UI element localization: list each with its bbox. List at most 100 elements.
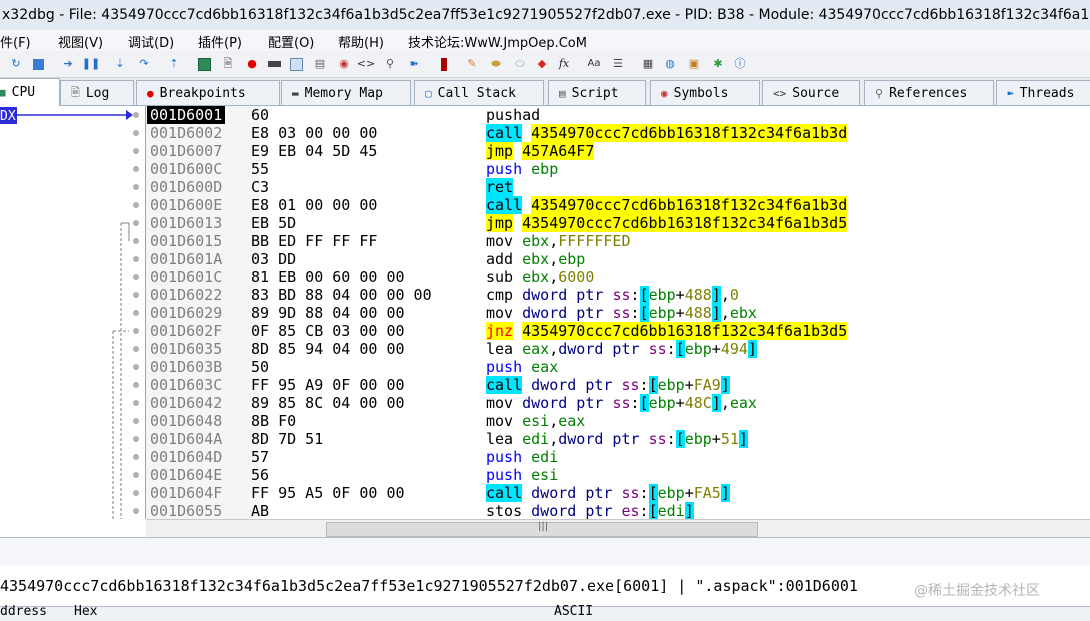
menu-forum-link[interactable]: 技术论坛:WwW.JmpOep.CoM <box>408 32 587 51</box>
disasm-row[interactable]: 001D6048 8B F0 mov esi,eax <box>0 412 1090 430</box>
web-icon[interactable]: ◍ <box>662 56 678 72</box>
source-icon[interactable]: <> <box>357 56 375 72</box>
breakpoint-gutter-dot[interactable] <box>133 292 139 298</box>
tab-cpu[interactable]: ■ CPU <box>0 78 60 106</box>
disasm-row[interactable]: 001D603C FF 95 A9 0F 00 00 call dword ptr … <box>0 376 1090 394</box>
tab-call-stack[interactable]: ▢ Call Stack <box>414 80 544 105</box>
tab-log[interactable]: 🗎 Log <box>60 80 134 105</box>
disassembly-view[interactable]: DX 001D6001 60 pushad 001D6002 E8 03 00 00 0… <box>0 106 1090 519</box>
stop-icon[interactable] <box>30 56 46 72</box>
disasm-row[interactable]: 001D6022 83 BD 88 04 00 00 00 cmp dword pt… <box>0 286 1090 304</box>
breakpoint-gutter-dot[interactable] <box>133 202 139 208</box>
notes-icon[interactable]: ▣ <box>686 56 702 72</box>
step-into-icon[interactable]: ⇣ <box>112 56 128 72</box>
disasm-row[interactable]: 001D604A 8D 7D 51 lea edi,dword ptr ss:[eb… <box>0 430 1090 448</box>
disasm-row[interactable]: 001D604D 57 push edi <box>0 448 1090 466</box>
threads-icon[interactable]: ➽ <box>406 56 422 72</box>
dump-header-ascii[interactable]: ASCII <box>554 604 593 619</box>
breakpoint-icon[interactable]: ● <box>244 56 260 72</box>
restart-icon[interactable]: ↻ <box>8 56 24 72</box>
about-icon[interactable]: ⓘ <box>732 56 748 72</box>
disasm-row[interactable]: 001D6029 89 9D 88 04 00 00 mov dword ptr s… <box>0 304 1090 322</box>
disasm-row[interactable]: 001D604F FF 95 A5 0F 00 00 call dword ptr … <box>0 484 1090 502</box>
disasm-row[interactable]: 001D603B 50 push eax <box>0 358 1090 376</box>
tab-source[interactable]: <> Source <box>762 80 860 105</box>
plugin-icon[interactable]: ✱ <box>710 56 726 72</box>
disasm-row[interactable]: 001D6042 89 85 8C 04 00 00 mov dword ptr s… <box>0 394 1090 412</box>
tab-threads[interactable]: ➽ Threads <box>996 80 1090 105</box>
fx-icon[interactable]: fx <box>556 56 572 72</box>
patches-icon[interactable] <box>436 56 452 72</box>
dump-header-address[interactable]: ddress <box>0 604 47 619</box>
breakpoint-gutter-dot[interactable] <box>133 382 139 388</box>
font-icon[interactable]: Aa <box>586 56 602 72</box>
disasm-row[interactable]: 001D6013 EB 5D jmp 4354970ccc7cd6bb16318f1… <box>0 214 1090 232</box>
disasm-row[interactable]: 001D604E 56 push esi <box>0 466 1090 484</box>
horizontal-scrollbar[interactable]: ||| <box>146 519 1090 538</box>
breakpoint-gutter-dot[interactable] <box>133 328 139 334</box>
log-icon[interactable]: 🗎 <box>220 56 236 72</box>
breakpoint-gutter-dot[interactable] <box>133 346 139 352</box>
tab-script[interactable]: ▤ Script <box>548 80 646 105</box>
disasm-row[interactable]: 001D6055 AB stos dword ptr es:[edi] <box>0 502 1090 519</box>
execute-till-return-icon[interactable]: ⇡ <box>166 56 182 72</box>
breakpoint-gutter-dot[interactable] <box>133 130 139 136</box>
functions-icon[interactable]: ◆ <box>534 56 550 72</box>
breakpoint-gutter-dot[interactable] <box>133 418 139 424</box>
breakpoint-gutter-dot[interactable] <box>133 274 139 280</box>
memory-icon[interactable] <box>266 56 282 72</box>
breakpoint-gutter-dot[interactable] <box>133 436 139 442</box>
run-icon[interactable]: ➔ <box>60 56 76 72</box>
comments-icon[interactable]: ✎ <box>464 56 480 72</box>
disasm-row[interactable]: 001D601C 81 EB 00 60 00 00 sub ebx,6000 <box>0 268 1090 286</box>
disasm-row[interactable]: 001D6007 E9 EB 04 5D 45 jmp 457A64F7 <box>0 142 1090 160</box>
disasm-row[interactable]: 001D600C 55 push ebp <box>0 160 1090 178</box>
breakpoint-gutter-dot[interactable] <box>133 310 139 316</box>
disasm-row[interactable]: 001D602F 0F 85 CB 03 00 00 jnz 4354970ccc7… <box>0 322 1090 340</box>
symbols-icon[interactable]: ◉ <box>336 56 352 72</box>
breakpoint-gutter-dot[interactable] <box>133 184 139 190</box>
breakpoint-gutter-dot[interactable] <box>133 220 139 226</box>
dump-header-hex[interactable]: Hex <box>74 604 97 619</box>
breakpoint-gutter-dot[interactable] <box>133 490 139 496</box>
script-icon[interactable]: ▤ <box>312 56 328 72</box>
labels-icon[interactable]: ⬬ <box>488 56 504 72</box>
title-bar: x32dbg - File: 4354970ccc7cd6bb16318f132… <box>0 0 1090 31</box>
breakpoint-gutter-dot[interactable] <box>133 508 139 514</box>
disasm-row[interactable]: 001D600D C3 ret <box>0 178 1090 196</box>
breakpoint-gutter-dot[interactable] <box>133 166 139 172</box>
breakpoint-gutter-dot[interactable] <box>133 238 139 244</box>
breakpoint-gutter-dot[interactable] <box>133 112 139 118</box>
breakpoint-gutter-dot[interactable] <box>133 256 139 262</box>
breakpoint-gutter-dot[interactable] <box>133 472 139 478</box>
calculator-icon[interactable]: ▦ <box>640 56 656 72</box>
breakpoint-gutter-dot[interactable] <box>133 454 139 460</box>
cpu-icon[interactable] <box>196 56 212 72</box>
disasm-row[interactable]: 001D6002 E8 03 00 00 00 call 4354970ccc7cd… <box>0 124 1090 142</box>
tab-breakpoints[interactable]: ● Breakpoints <box>136 80 280 105</box>
tab-memory-map[interactable]: ▬ Memory Map <box>281 80 411 105</box>
disasm-row[interactable]: 001D6035 8D 85 94 04 00 00 lea eax,dword p… <box>0 340 1090 358</box>
disasm-row[interactable]: 001D6015 BB ED FF FF FF mov ebx,FFFFFFED <box>0 232 1090 250</box>
mnemonic: jmp <box>486 214 514 232</box>
pause-icon[interactable]: ❚❚ <box>82 56 100 72</box>
menu-plugins[interactable]: 插件(P) <box>198 32 242 51</box>
breakpoint-gutter-dot[interactable] <box>133 364 139 370</box>
references-icon[interactable]: ⚲ <box>382 56 398 72</box>
settings-icon[interactable]: ☰ <box>610 56 626 72</box>
stack-icon[interactable] <box>288 56 304 72</box>
bookmarks-icon[interactable]: ⬭ <box>512 56 528 72</box>
disasm-row[interactable]: 001D6001 60 pushad <box>0 106 1090 124</box>
step-over-icon[interactable]: ↷ <box>136 56 152 72</box>
menu-view[interactable]: 视图(V) <box>58 32 103 51</box>
disasm-row[interactable]: 001D601A 03 DD add ebx,ebp <box>0 250 1090 268</box>
menu-file[interactable]: 文件(F) <box>0 32 31 51</box>
tab-references[interactable]: ⚲ References <box>864 80 994 105</box>
menu-help[interactable]: 帮助(H) <box>338 32 384 51</box>
tab-symbols[interactable]: ◉ Symbols <box>650 80 760 105</box>
disasm-row[interactable]: 001D600E E8 01 00 00 00 call 4354970ccc7cd… <box>0 196 1090 214</box>
menu-options[interactable]: 配置(O) <box>268 32 314 51</box>
menu-debug[interactable]: 调试(D) <box>128 32 174 51</box>
breakpoint-gutter-dot[interactable] <box>133 148 139 154</box>
breakpoint-gutter-dot[interactable] <box>133 400 139 406</box>
